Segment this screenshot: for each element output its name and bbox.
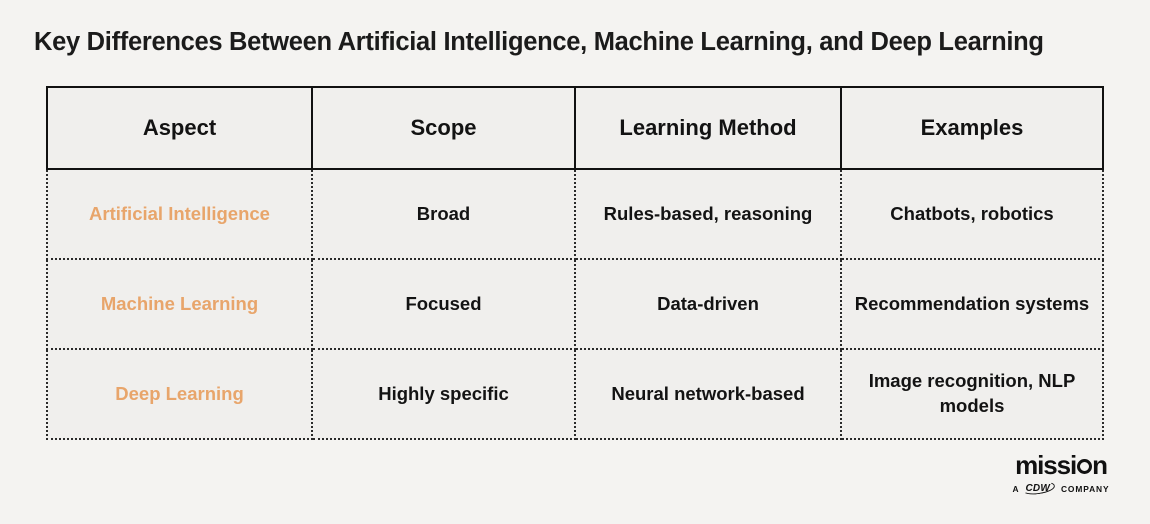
logo-wordmark-text-end: n — [1092, 450, 1108, 480]
column-header-examples: Examples — [840, 86, 1104, 170]
cell-aspect: Deep Learning — [46, 348, 313, 440]
page-title: Key Differences Between Artificial Intel… — [34, 28, 1044, 56]
comparison-table: Aspect Scope Learning Method Examples Ar… — [46, 86, 1104, 440]
table-row: Deep Learning Highly specific Neural net… — [46, 348, 1104, 440]
column-header-learning-method: Learning Method — [574, 86, 842, 170]
cell-scope: Focused — [311, 258, 576, 350]
cell-aspect: Artificial Intelligence — [46, 168, 313, 260]
cell-learning-method: Rules-based, reasoning — [574, 168, 842, 260]
cell-learning-method: Data-driven — [574, 258, 842, 350]
table-header-row: Aspect Scope Learning Method Examples — [46, 86, 1104, 170]
cdw-badge: CDW — [1021, 479, 1057, 497]
table-body: Artificial Intelligence Broad Rules-base… — [46, 168, 1104, 440]
cell-examples: Chatbots, robotics — [840, 168, 1104, 260]
table-header: Aspect Scope Learning Method Examples — [46, 86, 1104, 170]
logo-wordmark-text-start: missi — [1015, 450, 1077, 480]
cell-scope: Broad — [311, 168, 576, 260]
logo-tagline: A CDW COMPANY — [1012, 479, 1110, 497]
mission-logo: missi n A CDW COMPANY — [1012, 452, 1110, 497]
column-header-aspect: Aspect — [46, 86, 313, 170]
cell-examples: Image recognition, NLP models — [840, 348, 1104, 440]
tagline-prefix: A — [1012, 483, 1020, 494]
cell-examples: Recommendation systems — [840, 258, 1104, 350]
cell-learning-method: Neural network-based — [574, 348, 842, 440]
table-row: Machine Learning Focused Data-driven Rec… — [46, 258, 1104, 350]
logo-wordmark: missi n — [1012, 452, 1110, 478]
ring-icon — [1076, 459, 1092, 474]
infographic-page: Key Differences Between Artificial Intel… — [0, 0, 1150, 524]
cell-aspect: Machine Learning — [46, 258, 313, 350]
column-header-scope: Scope — [311, 86, 576, 170]
table-row: Artificial Intelligence Broad Rules-base… — [46, 168, 1104, 260]
cell-scope: Highly specific — [311, 348, 576, 440]
tagline-suffix: COMPANY — [1060, 483, 1110, 494]
